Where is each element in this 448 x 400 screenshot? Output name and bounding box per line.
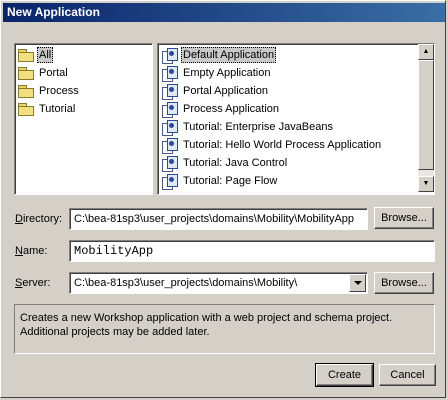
application-icon <box>161 155 178 172</box>
category-item-label: All <box>37 47 54 63</box>
directory-label: Directory: <box>15 213 63 225</box>
dialog-title: New Application <box>3 3 445 22</box>
scroll-thumb[interactable] <box>418 60 434 170</box>
category-item-all[interactable]: All <box>16 46 151 64</box>
scroll-down-arrow-icon[interactable]: ▼ <box>418 176 434 192</box>
application-icon <box>161 47 178 64</box>
new-application-dialog: New Application All Portal Process Tutor… <box>0 0 446 398</box>
template-item-label: Tutorial: Hello World Process Applicatio… <box>183 139 382 151</box>
template-item[interactable]: Tutorial: Enterprise JavaBeans <box>159 118 434 136</box>
server-browse-button[interactable]: Browse... <box>374 272 434 294</box>
folder-icon <box>18 85 34 98</box>
template-item[interactable]: Tutorial: Page Flow <box>159 172 434 190</box>
cancel-button[interactable]: Cancel <box>379 364 436 386</box>
application-icon <box>161 101 178 118</box>
folder-icon <box>18 49 34 62</box>
category-item-portal[interactable]: Portal <box>16 64 151 82</box>
template-item[interactable]: Portal Application <box>159 82 434 100</box>
template-item[interactable]: Process Application <box>159 100 434 118</box>
category-item-process[interactable]: Process <box>16 82 151 100</box>
category-item-label: Tutorial <box>39 103 76 115</box>
name-field[interactable]: MobilityApp <box>69 240 435 262</box>
template-item-label: Portal Application <box>183 85 268 97</box>
application-icon <box>161 119 178 136</box>
category-item-label: Portal <box>39 67 68 79</box>
server-combo-value: C:\bea-81sp3\user_projects\domains\Mobil… <box>74 277 298 289</box>
directory-browse-button[interactable]: Browse... <box>374 207 434 229</box>
template-item-label: Default Application <box>181 47 277 63</box>
template-list[interactable]: Default Application Empty Application Po… <box>157 43 435 195</box>
template-item[interactable]: Tutorial: Java Control <box>159 154 434 172</box>
template-item[interactable]: Tutorial: Hello World Process Applicatio… <box>159 136 434 154</box>
application-icon <box>161 83 178 100</box>
template-item[interactable]: Empty Application <box>159 64 434 82</box>
template-item-label: Process Application <box>183 103 279 115</box>
server-label: Server: <box>15 277 51 289</box>
scroll-up-arrow-icon[interactable]: ▲ <box>418 44 434 60</box>
description-line-1: Creates a new Workshop application with … <box>20 312 393 324</box>
template-item-label: Tutorial: Enterprise JavaBeans <box>183 121 333 133</box>
description-line-2: Additional projects may be added later. <box>20 326 210 338</box>
template-item-label: Empty Application <box>183 67 271 79</box>
template-item-label: Tutorial: Java Control <box>183 157 288 169</box>
name-label: Name: <box>15 245 48 257</box>
server-combo[interactable]: C:\bea-81sp3\user_projects\domains\Mobil… <box>69 272 368 294</box>
category-list[interactable]: All Portal Process Tutorial <box>14 43 153 195</box>
application-icon <box>161 137 178 154</box>
chevron-down-icon[interactable] <box>349 274 366 292</box>
template-item-label: Tutorial: Page Flow <box>183 175 278 187</box>
application-icon <box>161 173 178 190</box>
template-item[interactable]: Default Application <box>159 46 434 64</box>
template-list-scrollbar[interactable]: ▲ ▼ <box>418 44 434 192</box>
category-item-tutorial[interactable]: Tutorial <box>16 100 151 118</box>
directory-field[interactable]: C:\bea-81sp3\user_projects\domains\Mobil… <box>69 208 368 230</box>
folder-icon <box>18 67 34 80</box>
folder-icon <box>18 103 34 116</box>
template-description: Creates a new Workshop application with … <box>14 304 435 354</box>
category-item-label: Process <box>39 85 79 97</box>
create-button[interactable]: Create <box>315 363 374 387</box>
application-icon <box>161 65 178 82</box>
